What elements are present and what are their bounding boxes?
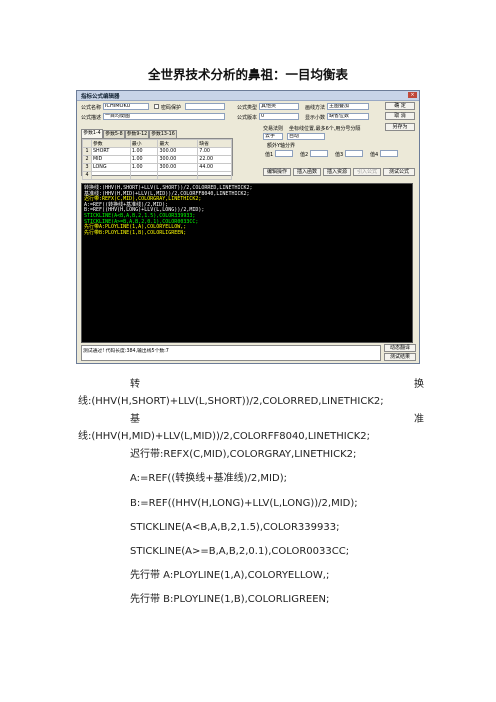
code-line-2: A:=REF((转换线+基准线)/2,MID); <box>130 473 287 484</box>
params-header-row: 参数 最小 最大 缺省 <box>82 139 232 148</box>
row-index: 3 <box>82 163 92 172</box>
header-default: 缺省 <box>197 139 232 148</box>
value3-field[interactable] <box>345 150 363 157</box>
decimals-label: 显示小数 <box>305 115 326 121</box>
line2-cont: 线:(HHV(H,MID)+LLV(L,MID))/2,COLORFF8040,… <box>78 431 371 442</box>
tab-params-13-16[interactable]: 参数13-16 <box>149 130 177 138</box>
tab-params-1-4[interactable]: 参数1-4 <box>81 129 103 138</box>
formula-name-label: 公式名称 <box>81 105 102 111</box>
code-line-7: 先行带 B:PLOYLINE(1,B),COLORLIGREEN; <box>130 594 330 605</box>
edit-operation-button[interactable]: 编辑操作 <box>263 168 291 176</box>
window-title: 指标公式编辑器 <box>81 94 120 100</box>
param-default-cell[interactable]: 44.00 <box>197 163 232 172</box>
axis-position-note: 坐标线位置,最多6个,用分号分隔 <box>289 126 361 132</box>
cn-select[interactable]: 去手 <box>263 133 283 140</box>
table-row[interactable]: 1 SHORT 1.00 300.00 7.00 <box>82 147 232 156</box>
formula-type-select[interactable]: 其他类 <box>259 103 299 110</box>
header-min: 最小 <box>129 139 159 148</box>
extra-axis-label: 额外Y轴分界 <box>267 143 296 149</box>
tab-params-9-12[interactable]: 参数9-12 <box>125 130 149 138</box>
header-index <box>82 139 92 148</box>
tab-params-5-8[interactable]: 参数5-8 <box>103 130 125 138</box>
test-result-button[interactable]: 测试结果 <box>384 353 416 361</box>
cross-rule-label: 交易法则 <box>263 126 284 132</box>
formula-desc-label: 公式描述 <box>81 115 102 121</box>
param-min-cell[interactable]: 1.00 <box>129 163 159 172</box>
header-param: 参数 <box>91 139 131 148</box>
save-as-button[interactable]: 另存为 <box>385 123 415 131</box>
row-index: 2 <box>82 155 92 164</box>
ok-button[interactable]: 确 定 <box>385 102 415 110</box>
decimals-select[interactable]: 缺省位数 <box>327 113 369 120</box>
insert-function-button[interactable]: 插入函数 <box>293 168 321 176</box>
cancel-button[interactable]: 取 消 <box>385 112 415 120</box>
row-index: 4 <box>82 171 92 180</box>
code-line-1: 迟行带:REFX(C,MID),COLORGRAY,LINETHICK2; <box>130 449 357 460</box>
password-label: 密码保护 <box>161 105 182 111</box>
test-formula-button[interactable]: 测试公式 <box>383 168 415 176</box>
value3-label: 值3 <box>335 152 344 158</box>
value4-label: 值4 <box>370 152 379 158</box>
dynamic-translate-button[interactable]: 动态翻译 <box>384 344 416 352</box>
param-max-cell[interactable]: 300.00 <box>157 155 199 164</box>
row-index: 1 <box>82 147 92 156</box>
password-field[interactable] <box>185 103 225 110</box>
code-line-5: STICKLINE(A>=B,A,B,2,0.1),COLOR0033CC; <box>130 546 350 557</box>
param-max-cell[interactable] <box>157 171 199 180</box>
close-icon[interactable]: × <box>408 92 417 98</box>
value1-field[interactable] <box>275 150 293 157</box>
code-line-4: STICKLINE(A<B,A,B,2,1.5),COLOR339933; <box>130 522 340 533</box>
param-min-cell[interactable]: 1.00 <box>129 155 159 164</box>
param-name-cell[interactable]: LONG <box>91 163 131 172</box>
value2-field[interactable] <box>310 150 328 157</box>
param-max-cell[interactable]: 300.00 <box>157 147 199 156</box>
line1-head: 转 <box>130 379 140 390</box>
window-titlebar: 指标公式编辑器 × <box>77 91 419 101</box>
param-default-cell[interactable]: 22.00 <box>197 155 232 164</box>
status-text: 测试通过! 代码长度:384,输出线5个数:7 <box>83 349 169 354</box>
value4-field[interactable] <box>380 150 398 157</box>
formula-editor-window: 指标公式编辑器 × 公式名称 ICHIMOKU 密码保护 公式类型 其他类 画线… <box>76 90 420 364</box>
table-row[interactable]: 4 <box>82 171 232 180</box>
formula-type-label: 公式类型 <box>237 105 258 111</box>
draw-method-label: 画线方法 <box>305 105 326 111</box>
insert-resource-button[interactable]: 插入资源 <box>323 168 351 176</box>
table-row[interactable]: 2 MID 1.00 300.00 22.00 <box>82 155 232 164</box>
version-label: 公式版本 <box>237 115 258 121</box>
code-line-3: B:=REF((HHV(H,LONG)+LLV(L,LONG))/2,MID); <box>130 498 358 509</box>
version-field[interactable]: 0 <box>259 113 299 120</box>
password-checkbox[interactable] <box>154 104 159 109</box>
line1-tail: 换 <box>414 379 424 390</box>
param-min-cell[interactable]: 1.00 <box>129 147 159 156</box>
draw-method-select[interactable]: 主图叠加 <box>327 103 369 110</box>
header-max: 最大 <box>157 139 199 148</box>
param-name-cell[interactable]: SHORT <box>91 147 131 156</box>
value2-label: 值2 <box>300 152 309 158</box>
code-editor[interactable]: 转换线:(HHV(H,SHORT)+LLV(L,SHORT))/2,COLORR… <box>81 183 413 343</box>
status-box: 测试通过! 代码长度:384,输出线5个数:7 <box>81 345 381 361</box>
formula-name-field[interactable]: ICHIMOKU <box>103 103 149 110</box>
param-min-cell[interactable] <box>129 171 159 180</box>
table-row[interactable]: 3 LONG 1.00 300.00 44.00 <box>82 163 232 172</box>
param-name-cell[interactable]: MID <box>91 155 131 164</box>
param-max-cell[interactable]: 300.00 <box>157 163 199 172</box>
value1-label: 值1 <box>265 152 274 158</box>
page-title: 全世界技术分析的鼻祖：一目均衡表 <box>147 67 348 82</box>
line2-head: 基 <box>130 414 140 425</box>
param-default-cell[interactable] <box>197 171 232 180</box>
line2-tail: 准 <box>414 414 424 425</box>
formula-desc-field[interactable]: 一目均衡图 <box>103 113 225 120</box>
code-line-6: 先行带 A:PLOYLINE(1,A),COLORYELLOW,; <box>130 570 330 581</box>
line1-cont: 线:(HHV(H,SHORT)+LLV(L,SHORT))/2,COLORRED… <box>78 396 384 407</box>
auto-select[interactable]: 自动 <box>287 133 325 140</box>
param-name-cell[interactable] <box>91 171 131 180</box>
import-formula-button[interactable]: 引入公式 <box>353 168 381 176</box>
param-default-cell[interactable]: 7.00 <box>197 147 232 156</box>
editor-line: 先行带B:PLOYLINE(1,B),COLORLIGREEN; <box>84 229 187 236</box>
params-table: 参数 最小 最大 缺省 1 SHORT 1.00 300.00 7.00 2 M… <box>81 138 233 180</box>
